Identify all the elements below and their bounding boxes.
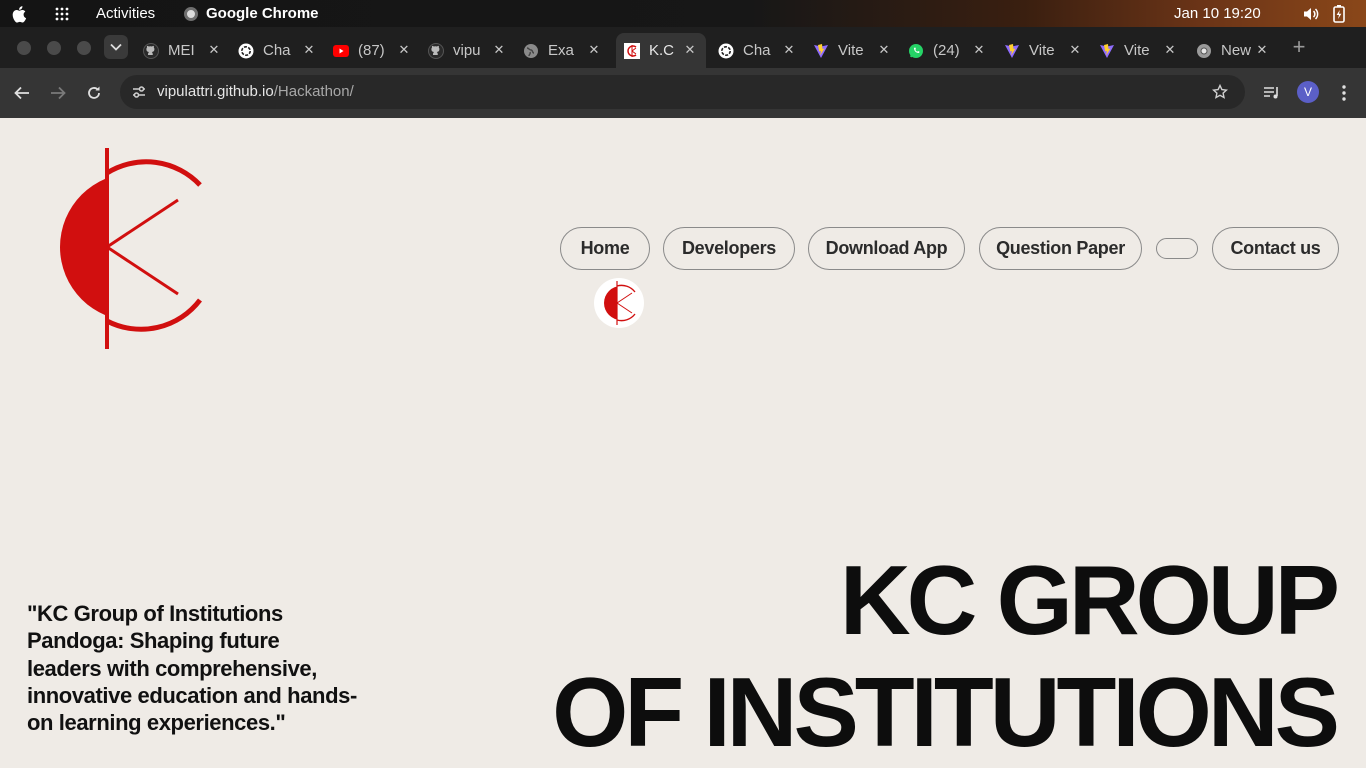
reload-icon[interactable] [82,81,106,105]
vite-icon [813,43,829,59]
kc-logo-icon [624,42,640,59]
nav-empty-button[interactable] [1156,238,1198,259]
tab-exa[interactable]: Exa ✕ [515,33,610,68]
chrome-icon [184,6,198,21]
close-icon[interactable]: ✕ [971,42,987,58]
globe-icon [523,43,539,59]
hero-tagline: "KC Group of Institutions Pandoga: Shapi… [27,601,357,736]
tab-search-button[interactable] [104,35,128,59]
address-bar[interactable]: vipulattri.github.io/Hackathon/ [120,75,1245,109]
tab-title: Vite [1029,42,1055,59]
close-icon[interactable]: ✕ [876,42,892,58]
nav-developers-button[interactable]: Developers [663,227,795,270]
back-arrow-icon[interactable] [10,81,34,105]
github-icon [143,42,159,59]
openai-icon [718,43,734,59]
nav-home-button[interactable]: Home [560,227,650,270]
system-top-bar: Activities Google Chrome Jan 10 19:20 [0,0,1366,27]
app-menu[interactable]: Google Chrome [184,0,319,27]
tab-title: (24) [933,42,960,59]
close-icon[interactable]: ✕ [1254,42,1270,58]
tab-vite-3[interactable]: Vite ✕ [1091,33,1186,68]
apple-icon[interactable] [12,0,30,27]
url-path: /Hackathon/ [273,83,354,100]
close-icon[interactable]: ✕ [1162,42,1178,58]
tab-strip: MEI ✕ Cha ✕ (87) ✕ vipu ✕ Exa ✕ K.C ✕ Ch… [0,27,1366,68]
volume-icon[interactable] [1303,0,1319,27]
close-icon[interactable]: ✕ [396,42,412,58]
browser-toolbar: vipulattri.github.io/Hackathon/ V [0,68,1366,118]
close-icon[interactable]: ✕ [781,42,797,58]
chrome-icon [1196,43,1212,59]
kc-logo[interactable] [58,148,204,349]
app-menu-label: Google Chrome [206,5,319,22]
profile-avatar[interactable]: V [1297,81,1319,103]
chevron-down-icon [110,43,122,51]
tab-title: Cha [743,42,771,59]
github-icon [428,42,444,59]
site-info-icon[interactable] [129,82,149,102]
tab-youtube[interactable]: (87) ✕ [325,33,420,68]
web-page: Home Developers Download App Question Pa… [0,118,1366,768]
tab-kc-active[interactable]: K.C ✕ [616,33,706,68]
tab-new-tab[interactable]: New ✕ [1188,33,1278,68]
tab-title: New [1221,42,1251,59]
close-icon[interactable]: ✕ [586,42,602,58]
activities-button[interactable]: Activities [96,0,155,27]
tab-title: MEI [168,42,195,59]
close-icon[interactable]: ✕ [682,42,698,58]
openai-icon [238,43,254,59]
tab-title: (87) [358,42,385,59]
battery-icon[interactable] [1333,0,1345,27]
url-host: vipulattri.github.io [157,83,274,100]
hero-title-line-1: KC GROUP [839,545,1340,655]
vite-icon [1004,43,1020,59]
window-close-button[interactable] [17,41,31,55]
tab-title: Cha [263,42,291,59]
nav-contact-us-button[interactable]: Contact us [1212,227,1339,270]
vite-icon [1099,43,1115,59]
clock[interactable]: Jan 10 19:20 [1174,0,1261,27]
nav-download-app-button[interactable]: Download App [808,227,965,270]
app-grid-icon[interactable] [55,0,71,27]
whatsapp-icon [908,43,924,59]
tab-title: Exa [548,42,574,59]
close-icon[interactable]: ✕ [301,42,317,58]
new-tab-plus-icon[interactable]: + [1288,34,1310,59]
media-queue-icon[interactable] [1260,81,1284,105]
window-maximize-button[interactable] [77,41,91,55]
tab-title: Vite [1124,42,1150,59]
kc-logo-badge [594,278,644,328]
tab-mei[interactable]: MEI ✕ [135,33,230,68]
tab-vite-1[interactable]: Vite ✕ [805,33,900,68]
close-icon[interactable]: ✕ [206,42,222,58]
hero-title-line-2: OF INSTITUTIONS [552,657,1340,767]
url-text: vipulattri.github.io/Hackathon/ [157,83,354,100]
tab-github-vipul[interactable]: vipu ✕ [420,33,515,68]
tab-title: Vite [838,42,864,59]
close-icon[interactable]: ✕ [1067,42,1083,58]
close-icon[interactable]: ✕ [491,42,507,58]
window-minimize-button[interactable] [47,41,61,55]
tab-chatgpt[interactable]: Cha ✕ [230,33,325,68]
tab-title: K.C [649,42,675,59]
tab-vite-2[interactable]: Vite ✕ [996,33,1091,68]
youtube-icon [333,43,349,59]
forward-arrow-icon[interactable] [46,81,70,105]
tab-whatsapp[interactable]: (24) ✕ [900,33,995,68]
bookmark-star-icon[interactable] [1210,82,1230,102]
kebab-menu-icon[interactable] [1332,81,1356,105]
tab-chatgpt-2[interactable]: Cha ✕ [710,33,805,68]
tab-title: vipu [453,42,481,59]
nav-question-paper-button[interactable]: Question Paper [979,227,1142,270]
kc-logo-small-icon [604,281,636,325]
